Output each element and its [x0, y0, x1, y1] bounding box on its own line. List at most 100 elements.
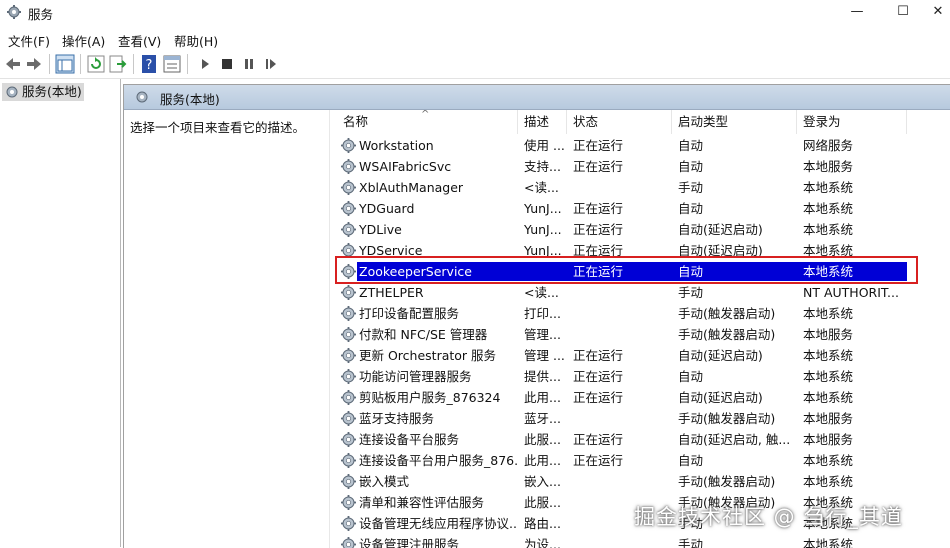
title-bar: 服务 — ☐ ✕: [0, 0, 950, 24]
service-name: YDGuard: [359, 201, 415, 216]
forward-icon[interactable]: [24, 54, 44, 74]
service-row[interactable]: 更新 Orchestrator 服务 管理 ... 正在运行 自动(延迟启动) 本地系统: [337, 345, 950, 366]
service-row[interactable]: Workstation 使用 ... 正在运行 自动 网络服务: [337, 135, 950, 156]
column-header-name[interactable]: ^ 名称: [337, 110, 518, 134]
service-row[interactable]: YDLive YunJ... 正在运行 自动(延迟启动) 本地系统: [337, 219, 950, 240]
service-row[interactable]: 功能访问管理器服务 提供... 正在运行 自动 本地系统: [337, 366, 950, 387]
console-tree-icon[interactable]: [55, 54, 75, 74]
service-row[interactable]: ZTHELPER <读... 手动 NT AUTHORIT...: [337, 282, 950, 303]
service-name: 连接设备平台服务: [359, 432, 460, 447]
console-tree: 服务(本地): [0, 79, 121, 547]
service-description: 提供...: [524, 369, 561, 384]
service-status: [573, 324, 671, 345]
service-row[interactable]: 打印设备配置服务 打印... 手动(触发器启动) 本地系统: [337, 303, 950, 324]
minimize-button[interactable]: —: [834, 0, 880, 24]
service-row[interactable]: 连接设备平台服务 此服... 正在运行 自动(延迟启动, 触... 本地服务: [337, 429, 950, 450]
service-gear-icon: [341, 285, 356, 300]
service-description: [524, 261, 566, 282]
service-status: 正在运行: [573, 222, 624, 237]
service-row[interactable]: 剪贴板用户服务_876324 此用... 正在运行 自动(延迟启动) 本地系统: [337, 387, 950, 408]
service-name: Workstation: [359, 138, 434, 153]
service-gear-icon: [341, 327, 356, 342]
service-gear-icon: [341, 369, 356, 384]
menu-view[interactable]: 查看(V): [118, 31, 161, 50]
help-icon[interactable]: ?: [139, 54, 159, 74]
service-name: 剪贴板用户服务_876324: [359, 390, 501, 405]
column-header-description[interactable]: 描述: [518, 110, 567, 134]
service-gear-icon: [341, 159, 356, 174]
service-startup-type: 自动: [678, 159, 704, 174]
service-row[interactable]: 嵌入模式 嵌入... 手动(触发器启动) 本地系统: [337, 471, 950, 492]
service-description: 此服...: [524, 495, 561, 510]
export-icon[interactable]: [108, 54, 128, 74]
service-row[interactable]: YDService YunJ... 正在运行 自动(延迟启动) 本地系统: [337, 240, 950, 261]
service-logon-as: NT AUTHORIT...: [803, 285, 899, 300]
toolbar-separator: [187, 54, 188, 74]
service-row[interactable]: YDGuard YunJ... 正在运行 自动 本地系统: [337, 198, 950, 219]
service-row[interactable]: XblAuthManager <读... 手动 本地系统: [337, 177, 950, 198]
service-description: 打印...: [524, 306, 561, 321]
service-gear-icon: [341, 306, 356, 321]
sort-ascending-icon: ^: [421, 110, 430, 120]
nav-node-services-local[interactable]: 服务(本地): [2, 83, 84, 101]
service-status: [573, 408, 671, 429]
menu-help[interactable]: 帮助(H): [174, 31, 218, 50]
service-status: [573, 303, 671, 324]
service-description: 此服...: [524, 432, 561, 447]
toolbar: ?: [0, 50, 950, 79]
menu-bar: 文件(F) 操作(A) 查看(V) 帮助(H): [0, 28, 950, 50]
service-name: 设备管理无线应用程序协议...: [359, 516, 517, 531]
service-logon-as: 本地系统: [803, 222, 854, 237]
service-description: 蓝牙...: [524, 411, 561, 426]
column-header-status[interactable]: 状态: [567, 110, 672, 134]
content-header-title: 服务(本地): [160, 92, 220, 107]
service-logon-as: 本地系统: [803, 453, 854, 468]
service-row[interactable]: 连接设备平台用户服务_876... 此用... 正在运行 自动 本地系统: [337, 450, 950, 471]
service-logon-as: 本地系统: [803, 369, 854, 384]
service-row[interactable]: 付款和 NFC/SE 管理器 管理... 手动(触发器启动) 本地服务: [337, 324, 950, 345]
description-hint: 选择一个项目来查看它的描述。: [130, 120, 306, 135]
service-logon-as: 本地系统: [803, 264, 854, 279]
service-status: 正在运行: [573, 201, 624, 216]
service-gear-icon: [341, 411, 356, 426]
refresh-icon[interactable]: [86, 54, 106, 74]
back-icon[interactable]: [3, 54, 23, 74]
service-row[interactable]: WSAIFabricSvc 支持... 正在运行 自动 本地服务: [337, 156, 950, 177]
start-icon[interactable]: [195, 54, 215, 74]
service-startup-type: 手动: [678, 537, 704, 548]
service-row[interactable]: ZookeeperService 正在运行 自动 本地系统: [337, 261, 950, 282]
toolbar-separator: [80, 54, 81, 74]
service-startup-type: 自动(延迟启动): [678, 348, 763, 363]
service-name: ZTHELPER: [359, 285, 424, 300]
service-description: 管理 ...: [524, 348, 565, 363]
column-header-logon-as[interactable]: 登录为: [797, 110, 907, 134]
menu-action[interactable]: 操作(A): [62, 31, 105, 50]
service-name: WSAIFabricSvc: [359, 159, 452, 174]
service-gear-icon: [341, 516, 356, 531]
menu-file[interactable]: 文件(F): [8, 31, 50, 50]
service-status: 正在运行: [573, 243, 624, 258]
service-gear-icon: [341, 243, 356, 258]
service-name: 连接设备平台用户服务_876...: [359, 453, 517, 468]
service-description: YunJ...: [524, 222, 562, 237]
stop-icon[interactable]: [217, 54, 237, 74]
close-button[interactable]: ✕: [926, 0, 950, 24]
service-description: 为设...: [524, 537, 561, 548]
service-name: 蓝牙支持服务: [359, 411, 435, 426]
column-header-startup-type[interactable]: 启动类型: [672, 110, 797, 134]
pause-icon[interactable]: [239, 54, 259, 74]
service-row[interactable]: 蓝牙支持服务 蓝牙... 手动(触发器启动) 本地服务: [337, 408, 950, 429]
service-logon-as: 本地系统: [803, 201, 854, 216]
service-name: YDLive: [359, 222, 402, 237]
service-gear-icon: [341, 180, 356, 195]
list-header: ^ 名称 描述 状态 启动类型 登录为: [337, 110, 950, 134]
description-pane: 选择一个项目来查看它的描述。: [124, 110, 330, 548]
services-gear-icon: [136, 91, 148, 103]
service-description: 嵌入...: [524, 474, 561, 489]
resume-icon[interactable]: [261, 54, 281, 74]
properties-icon[interactable]: [162, 54, 182, 74]
maximize-button[interactable]: ☐: [880, 0, 926, 24]
service-row[interactable]: 设备管理注册服务 为设... 手动 本地系统: [337, 534, 950, 548]
service-logon-as: 本地系统: [803, 537, 854, 548]
service-gear-icon: [341, 453, 356, 468]
